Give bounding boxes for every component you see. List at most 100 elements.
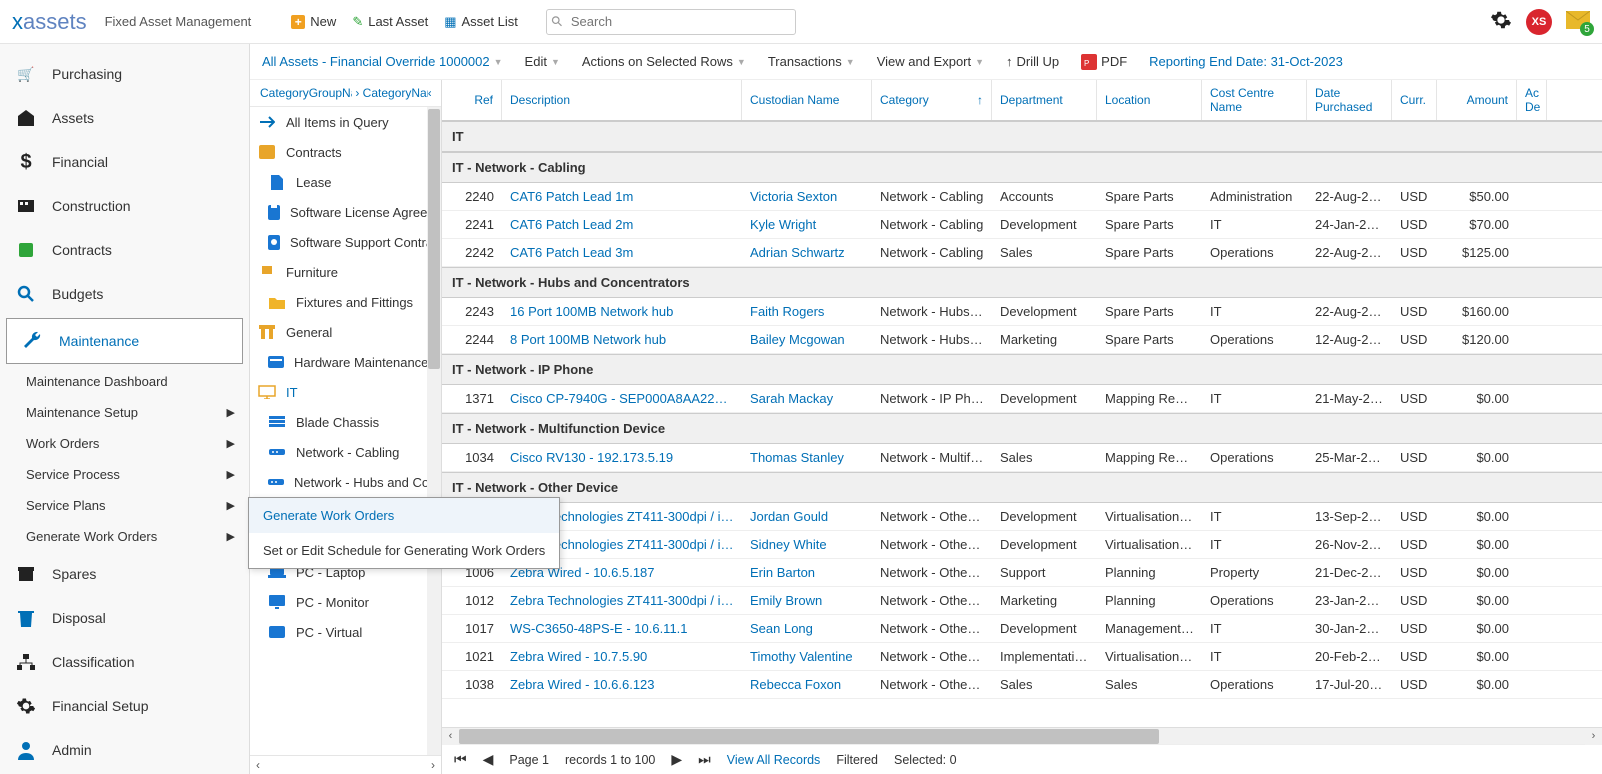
tree-item[interactable]: Hardware Maintenance Contract — [250, 347, 441, 377]
tree-breadcrumb[interactable]: CategoryGroupName › CategoryName ‹ — [250, 80, 441, 107]
sub-service-plans[interactable]: Service Plans▶ — [0, 490, 249, 521]
cell-desc[interactable]: Zebra Technologies ZT411-300dpi / intern… — [502, 588, 742, 613]
tree-item[interactable]: Fixtures and Fittings — [250, 287, 441, 317]
table-row[interactable]: 1038Zebra Wired - 10.6.6.123Rebecca Foxo… — [442, 671, 1602, 699]
sidebar-item-disposal[interactable]: Disposal — [0, 596, 249, 640]
sub-maintenance-dashboard[interactable]: Maintenance Dashboard — [0, 366, 249, 397]
new-button[interactable]: +New — [291, 14, 336, 29]
sidebar-item-contracts[interactable]: Contracts — [0, 228, 249, 272]
cell-desc[interactable]: 16 Port 100MB Network hub — [502, 299, 742, 324]
flyout-set-schedule[interactable]: Set or Edit Schedule for Generating Work… — [249, 533, 559, 568]
table-row[interactable]: 224316 Port 100MB Network hubFaith Roger… — [442, 298, 1602, 326]
col-location[interactable]: Location — [1097, 80, 1202, 120]
col-ac[interactable]: Ac De — [1517, 80, 1547, 120]
tree-item[interactable]: Contracts — [250, 137, 441, 167]
mail-button[interactable]: 5 — [1566, 11, 1590, 32]
pdf-button[interactable]: PPDF — [1081, 54, 1127, 70]
tree-scroll-left[interactable]: ‹ — [256, 758, 260, 772]
sub-maintenance-setup[interactable]: Maintenance Setup▶ — [0, 397, 249, 428]
cell-desc[interactable]: Zebra Wired - 10.7.5.90 — [502, 644, 742, 669]
table-row[interactable]: 1371Cisco CP-7940G - SEP000A8AA22BD5Sara… — [442, 385, 1602, 413]
transactions-dropdown[interactable]: Transactions▼ — [768, 54, 855, 69]
table-row[interactable]: 1021Zebra Wired - 10.7.5.90Timothy Valen… — [442, 643, 1602, 671]
sidebar-item-spares[interactable]: Spares — [0, 552, 249, 596]
cell-custodian[interactable]: Sarah Mackay — [742, 386, 872, 411]
scroll-right-icon[interactable]: › — [1585, 728, 1602, 745]
pager-last[interactable]: ⏭ — [698, 751, 711, 768]
sub-work-orders[interactable]: Work Orders▶ — [0, 428, 249, 459]
cell-custodian[interactable]: Victoria Sexton — [742, 184, 872, 209]
sub-service-process[interactable]: Service Process▶ — [0, 459, 249, 490]
tree-scrollbar[interactable] — [427, 107, 441, 755]
tree-item[interactable]: Software License Agreement — [250, 197, 441, 227]
pager-first[interactable]: ⏮ — [454, 751, 467, 768]
tree-item[interactable]: Software Support Contract — [250, 227, 441, 257]
col-description[interactable]: Description — [502, 80, 742, 120]
sidebar-item-construction[interactable]: Construction — [0, 184, 249, 228]
table-row[interactable]: 1017WS-C3650-48PS-E - 10.6.11.1Sean Long… — [442, 615, 1602, 643]
col-custodian[interactable]: Custodian Name — [742, 80, 872, 120]
sidebar-item-budgets[interactable]: Budgets — [0, 272, 249, 316]
sub-generate-work-orders[interactable]: Generate Work Orders▶ — [0, 521, 249, 552]
group-row[interactable]: IT - Network - Multifunction Device — [442, 413, 1602, 444]
cell-custodian[interactable]: Adrian Schwartz — [742, 240, 872, 265]
cell-desc[interactable]: Zebra Wired - 10.6.6.123 — [502, 672, 742, 697]
table-row[interactable]: Zebra Technologies ZT411-300dpi / intern… — [442, 531, 1602, 559]
drill-up-button[interactable]: ↑Drill Up — [1006, 54, 1059, 69]
tree-scroll-right[interactable]: › — [431, 758, 435, 772]
tree-item[interactable]: Furniture — [250, 257, 441, 287]
tree-item[interactable]: Lease — [250, 167, 441, 197]
sidebar-item-classification[interactable]: Classification — [0, 640, 249, 684]
tree-item[interactable]: Network - Cabling — [250, 437, 441, 467]
cell-custodian[interactable]: Timothy Valentine — [742, 644, 872, 669]
scrollbar-thumb[interactable] — [428, 109, 440, 369]
reporting-date-button[interactable]: Reporting End Date: 31-Oct-2023 — [1149, 54, 1343, 69]
sidebar-item-financial-setup[interactable]: Financial Setup — [0, 684, 249, 728]
actions-dropdown[interactable]: Actions on Selected Rows▼ — [582, 54, 746, 69]
cell-desc[interactable]: CAT6 Patch Lead 2m — [502, 212, 742, 237]
cell-custodian[interactable]: Emily Brown — [742, 588, 872, 613]
table-row[interactable]: 2240CAT6 Patch Lead 1mVictoria SextonNet… — [442, 183, 1602, 211]
col-date-purchased[interactable]: Date Purchased — [1307, 80, 1392, 120]
col-category[interactable]: Category↑ — [872, 80, 992, 120]
view-all-records[interactable]: View All Records — [727, 753, 821, 767]
sidebar-item-purchasing[interactable]: 🛒Purchasing — [0, 52, 249, 96]
group-row[interactable]: IT - Network - Hubs and Concentrators — [442, 267, 1602, 298]
avatar[interactable]: XS — [1526, 9, 1552, 35]
table-row[interactable]: 2242CAT6 Patch Lead 3mAdrian SchwartzNet… — [442, 239, 1602, 267]
sidebar-item-admin[interactable]: Admin — [0, 728, 249, 772]
cell-custodian[interactable]: Sean Long — [742, 616, 872, 641]
cell-custodian[interactable]: Sidney White — [742, 532, 872, 557]
cell-desc[interactable]: Cisco CP-7940G - SEP000A8AA22BD5 — [502, 386, 742, 411]
cell-custodian[interactable]: Faith Rogers — [742, 299, 872, 324]
cell-desc[interactable]: CAT6 Patch Lead 1m — [502, 184, 742, 209]
cell-custodian[interactable]: Jordan Gould — [742, 504, 872, 529]
search-input[interactable] — [546, 9, 796, 35]
cell-custodian[interactable]: Rebecca Foxon — [742, 672, 872, 697]
cell-custodian[interactable]: Bailey Mcgowan — [742, 327, 872, 352]
group-row[interactable]: IT — [442, 121, 1602, 152]
table-row[interactable]: 1034Cisco RV130 - 192.173.5.19Thomas Sta… — [442, 444, 1602, 472]
col-amount[interactable]: Amount — [1437, 80, 1517, 120]
logo[interactable]: xassets — [12, 9, 87, 35]
group-row[interactable]: IT - Network - Cabling — [442, 152, 1602, 183]
grid-h-scrollbar[interactable]: ‹ › — [442, 727, 1602, 744]
view-export-dropdown[interactable]: View and Export▼ — [877, 54, 984, 69]
tree-item[interactable]: General — [250, 317, 441, 347]
gear-icon[interactable] — [1490, 9, 1512, 34]
col-cost-centre[interactable]: Cost Centre Name — [1202, 80, 1307, 120]
scroll-left-icon[interactable]: ‹ — [442, 728, 459, 745]
cell-desc[interactable]: 8 Port 100MB Network hub — [502, 327, 742, 352]
cell-custodian[interactable]: Erin Barton — [742, 560, 872, 585]
table-row[interactable]: 2241CAT6 Patch Lead 2mKyle WrightNetwork… — [442, 211, 1602, 239]
cell-desc[interactable]: Cisco RV130 - 192.173.5.19 — [502, 445, 742, 470]
grid-body[interactable]: ITIT - Network - Cabling2240CAT6 Patch L… — [442, 121, 1602, 727]
edit-dropdown[interactable]: Edit▼ — [525, 54, 560, 69]
col-ref[interactable]: Ref — [442, 80, 502, 120]
group-row[interactable]: IT - Network - IP Phone — [442, 354, 1602, 385]
pager-prev[interactable]: ◀ — [483, 751, 494, 768]
pager-next[interactable]: ▶ — [671, 751, 682, 768]
asset-list-button[interactable]: ▦Asset List — [444, 14, 518, 30]
cell-custodian[interactable]: Thomas Stanley — [742, 445, 872, 470]
cell-desc[interactable]: WS-C3650-48PS-E - 10.6.11.1 — [502, 616, 742, 641]
